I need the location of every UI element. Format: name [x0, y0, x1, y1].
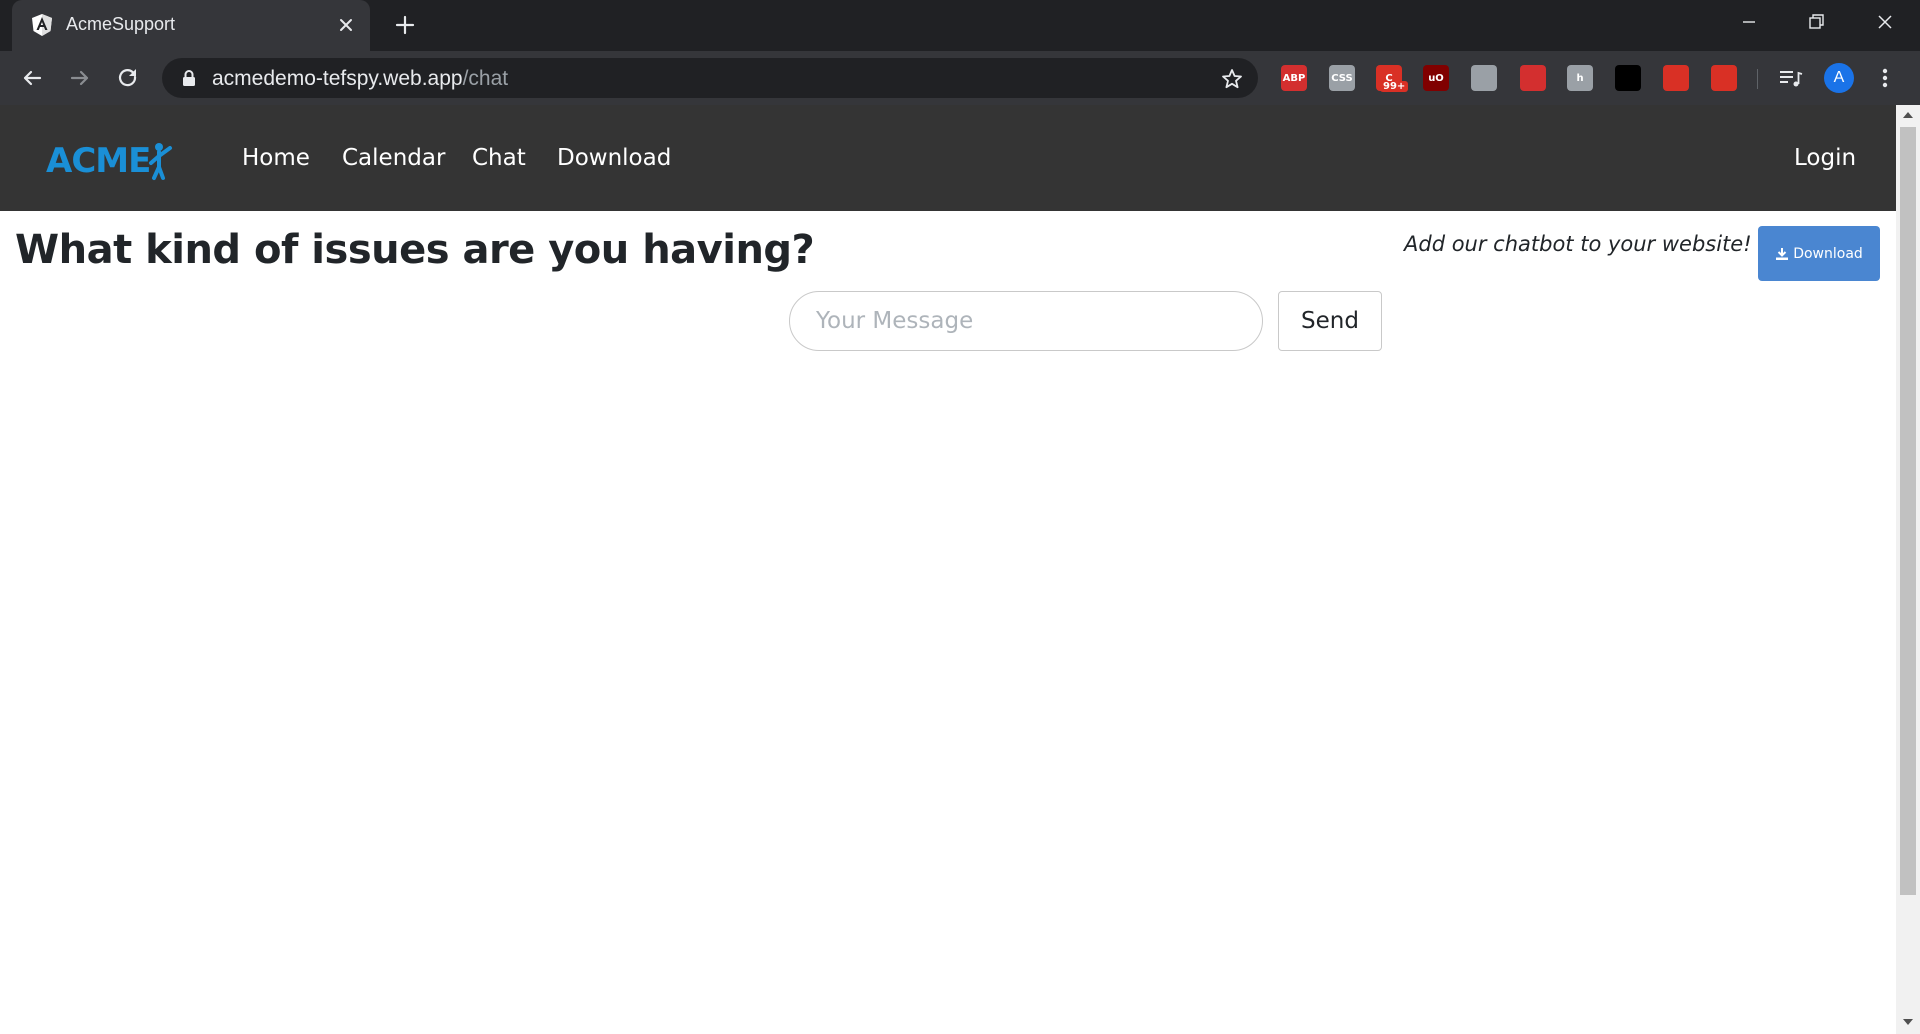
reader-icon[interactable]	[1520, 65, 1546, 91]
browser-tab-strip: AcmeSupport	[0, 0, 1920, 51]
restore-icon[interactable]	[1802, 8, 1830, 36]
lock-extension-icon[interactable]	[1615, 65, 1641, 91]
abp-icon[interactable]: ABP	[1281, 65, 1307, 91]
page-viewport: ACME Home Calendar Chat Download Login W…	[0, 105, 1896, 1034]
window-icon[interactable]	[1663, 65, 1689, 91]
tab-title: AcmeSupport	[66, 14, 176, 34]
lock-icon[interactable]	[180, 69, 198, 87]
media-control-icon[interactable]	[1776, 64, 1804, 92]
address-bar[interactable]: acmedemo-tefspy.web.app/chat	[162, 58, 1258, 98]
page-scrollbar[interactable]	[1896, 105, 1920, 1034]
login-link[interactable]: Login	[1794, 145, 1856, 171]
reload-icon[interactable]	[114, 64, 142, 92]
nav-calendar-link[interactable]: Calendar	[342, 145, 445, 171]
download-icon	[1776, 247, 1789, 260]
download-button-label: Download	[1793, 245, 1863, 262]
send-button[interactable]: Send	[1278, 291, 1382, 351]
new-tab-icon[interactable]	[392, 12, 418, 38]
message-input[interactable]	[789, 291, 1263, 351]
browser-toolbar: acmedemo-tefspy.web.app/chat ABP CSS C 99+ u…	[0, 51, 1920, 105]
back-icon[interactable]	[18, 64, 46, 92]
ublock-icon[interactable]: uO	[1423, 65, 1449, 91]
forward-icon[interactable]	[66, 64, 94, 92]
close-window-icon[interactable]	[1871, 8, 1899, 36]
scroll-down-icon[interactable]	[1902, 1016, 1914, 1028]
download-chatbot-button[interactable]: Download	[1758, 226, 1880, 281]
chatbot-promo-text: Add our chatbot to your website!	[1404, 232, 1752, 256]
bookmark-star-icon[interactable]	[1220, 67, 1244, 91]
css-icon[interactable]: CSS	[1329, 65, 1355, 91]
camera-icon[interactable]	[1471, 65, 1497, 91]
minimize-icon[interactable]	[1735, 8, 1763, 36]
nav-chat-link[interactable]: Chat	[472, 145, 526, 171]
url-text: acmedemo-tefspy.web.app/chat	[212, 67, 508, 91]
site-navbar: ACME Home Calendar Chat Download Login	[0, 105, 1896, 211]
nav-download-link[interactable]: Download	[557, 145, 671, 171]
toolbar-divider	[1757, 69, 1758, 89]
scroll-up-icon[interactable]	[1902, 109, 1914, 121]
brand-text: ACME	[46, 141, 150, 181]
angular-favicon-icon	[32, 14, 52, 36]
acme-logo[interactable]: ACME	[46, 139, 176, 181]
url-host: acmedemo-tefspy.web.app	[212, 67, 463, 90]
page-heading: What kind of issues are you having?	[15, 227, 815, 273]
nav-home-link[interactable]: Home	[242, 145, 310, 171]
scroll-thumb[interactable]	[1900, 127, 1916, 895]
url-path: /chat	[462, 67, 509, 90]
browser-menu-icon[interactable]	[1876, 62, 1894, 94]
browser-tab[interactable]: AcmeSupport	[12, 0, 370, 51]
close-tab-icon[interactable]	[334, 13, 358, 37]
gift-icon[interactable]	[1711, 65, 1737, 91]
hint-icon[interactable]: h	[1567, 65, 1593, 91]
profile-avatar[interactable]: A	[1824, 63, 1854, 93]
extension-badge: 99+	[1380, 81, 1409, 92]
